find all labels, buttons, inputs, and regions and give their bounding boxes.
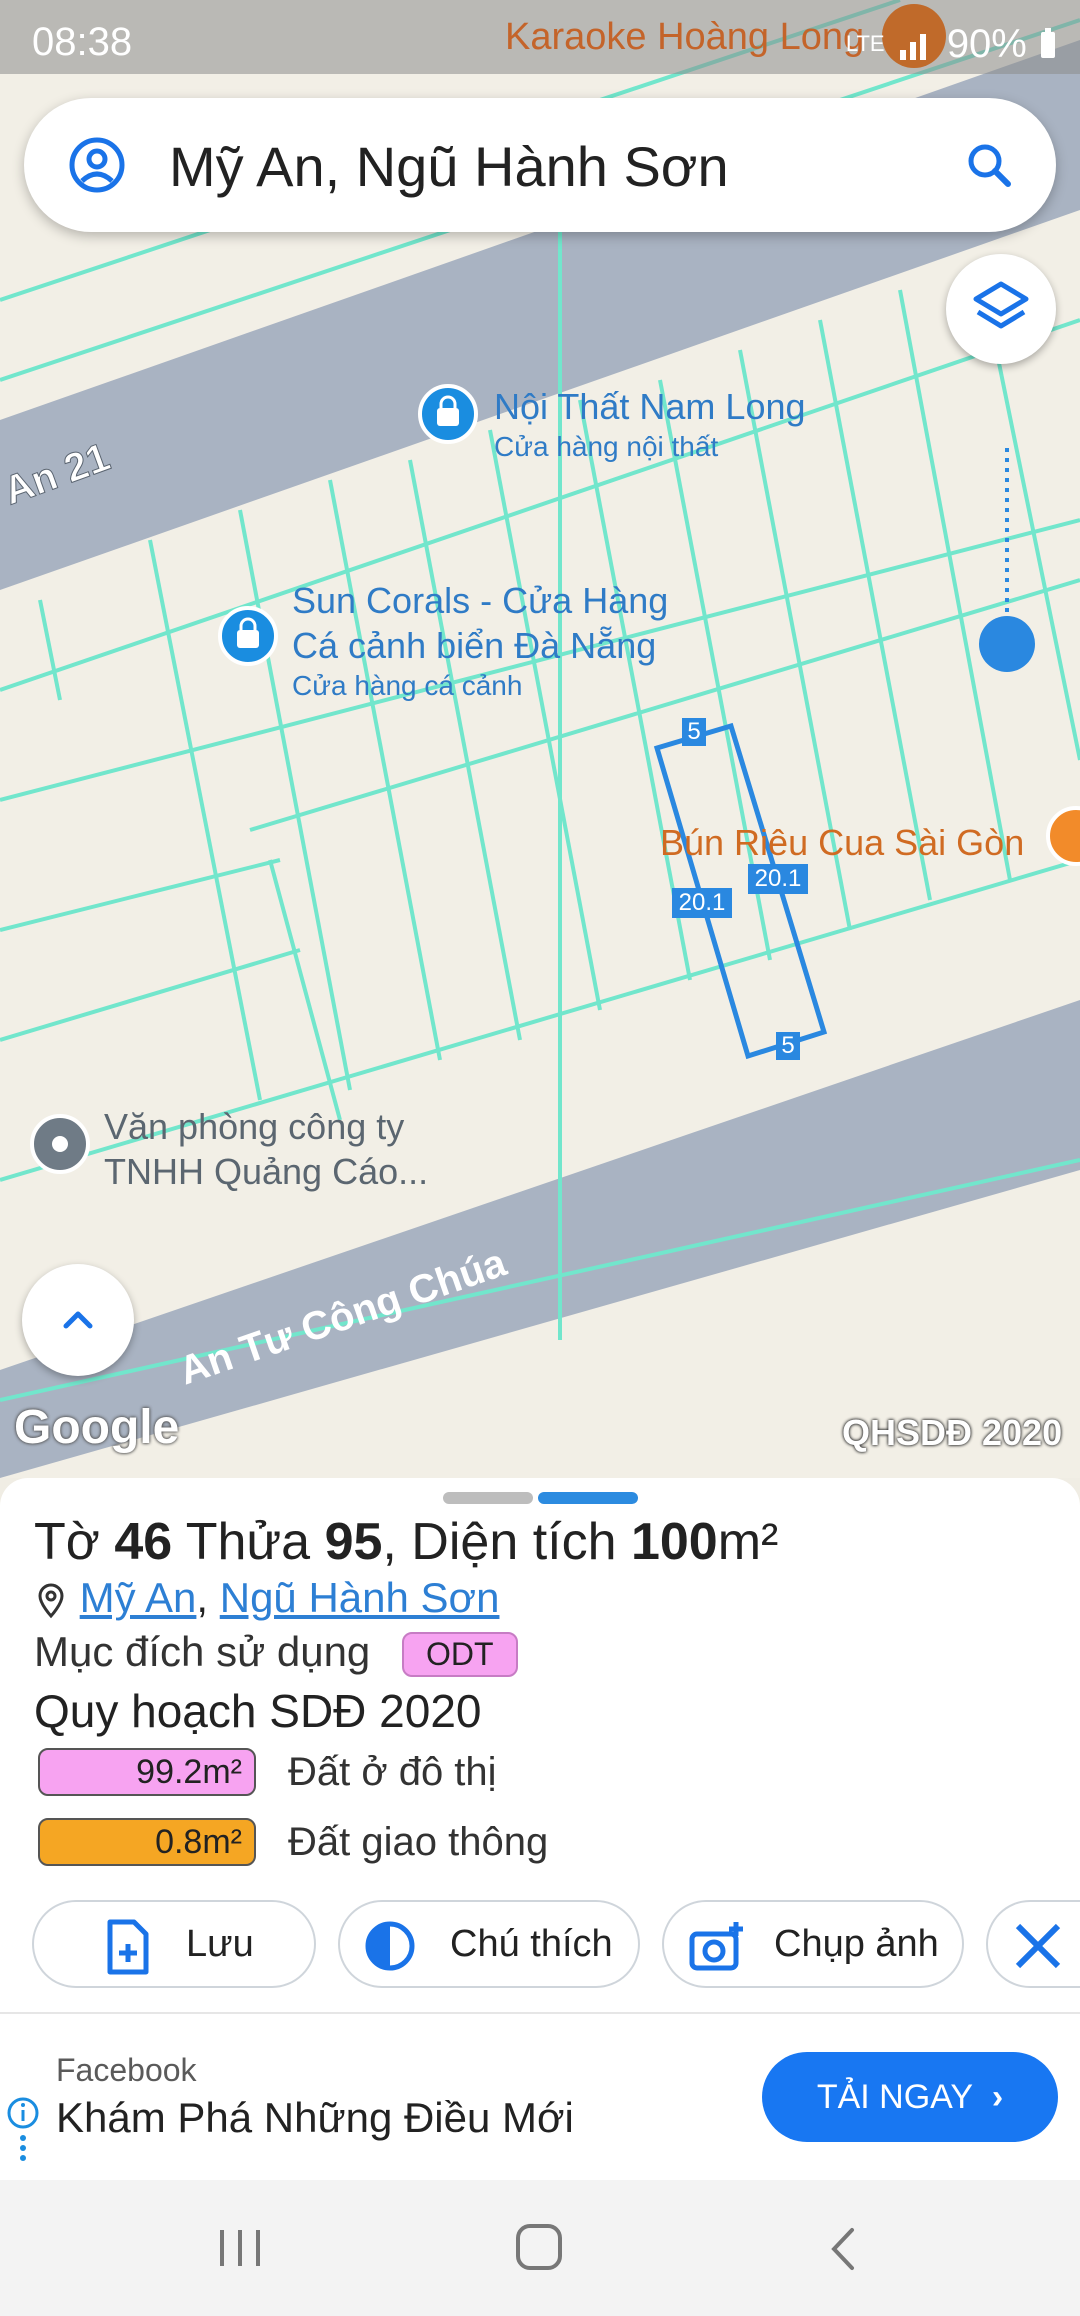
ruler-pencil-icon bbox=[1015, 1923, 1061, 1969]
network-label: LTE bbox=[845, 31, 885, 57]
parcel-dim-bottom: 5 bbox=[776, 1032, 800, 1060]
purpose-code-badge[interactable]: ODT bbox=[401, 1632, 518, 1678]
legend-label: Chú thích bbox=[450, 1923, 613, 1965]
land-use-area: 99.2m² bbox=[38, 1748, 256, 1796]
poi-name-line2: TNHH Quảng Cáo... bbox=[104, 1151, 429, 1192]
parcel-title: Tờ 46 Thửa 95, Diện tích 100m² bbox=[34, 1513, 779, 1571]
ad-headline: Khám Phá Những Điều Mới bbox=[56, 2094, 574, 2141]
purpose-label: Mục đích sử dụng bbox=[34, 1628, 371, 1675]
ward-link[interactable]: Mỹ An bbox=[80, 1574, 197, 1621]
recent-apps-icon[interactable] bbox=[210, 2226, 270, 2270]
sheet-handle[interactable] bbox=[443, 1492, 533, 1504]
plan-year-label: QHSDĐ 2020 bbox=[842, 1412, 1063, 1453]
ad-cta-label: TẢI NGAY bbox=[816, 2078, 973, 2116]
legend-button[interactable]: Chú thích bbox=[338, 1900, 640, 1988]
location-pin-icon bbox=[38, 1583, 64, 1619]
chevron-up-icon bbox=[63, 1311, 93, 1329]
poi-marker-noi-that[interactable] bbox=[418, 384, 478, 444]
battery-percent: 90% bbox=[946, 21, 1027, 66]
parcel-dim-top: 5 bbox=[682, 718, 706, 746]
poi-name-line2: Cá cảnh biển Đà Nẵng bbox=[292, 625, 657, 666]
poi-marker-sun-corals[interactable] bbox=[218, 606, 278, 666]
home-icon[interactable] bbox=[512, 2222, 568, 2274]
system-nav-bar bbox=[0, 2180, 1080, 2316]
poi-category: Cửa hàng cá cảnh bbox=[292, 670, 523, 701]
parcel-dim-left: 20.1 bbox=[672, 888, 732, 918]
measure-button[interactable] bbox=[986, 1900, 1080, 1988]
poi-van-phong[interactable]: Văn phòng công ty TNHH Quảng Cáo... bbox=[104, 1104, 428, 1194]
search-query[interactable]: Mỹ An, Ngũ Hành Sơn bbox=[169, 134, 729, 199]
layers-button[interactable] bbox=[946, 254, 1056, 364]
status-time: 08:38 bbox=[32, 20, 133, 64]
signal-icon bbox=[899, 34, 926, 61]
land-use-area: 0.8m² bbox=[38, 1818, 256, 1866]
file-add-icon bbox=[107, 1919, 149, 1975]
capture-button[interactable]: Chụp ảnh bbox=[662, 1900, 964, 1988]
contrast-icon bbox=[365, 1921, 415, 1971]
district-link[interactable]: Ngũ Hành Sơn bbox=[220, 1574, 500, 1621]
google-logo: Google bbox=[14, 1401, 180, 1454]
shopping-bag-icon bbox=[237, 617, 259, 648]
shopping-bag-icon bbox=[437, 395, 459, 426]
status-bar: 08:38 Karaoke Hoàng Long LTE 90% bbox=[0, 0, 1080, 74]
poi-name-line1: Sun Corals - Cửa Hàng bbox=[292, 580, 669, 621]
ad-cta-button[interactable]: TẢI NGAY › bbox=[762, 2052, 1058, 2142]
parcel-location: Mỹ An, Ngũ Hành Sơn bbox=[34, 1574, 499, 1622]
search-bar[interactable]: Mỹ An, Ngũ Hành Sơn bbox=[24, 98, 1056, 232]
info-icon[interactable] bbox=[6, 2096, 40, 2166]
save-label: Lưu bbox=[186, 1923, 254, 1965]
sheet-handle-active[interactable] bbox=[538, 1492, 638, 1504]
account-icon[interactable] bbox=[64, 132, 130, 198]
poi-category: Cửa hàng nội thất bbox=[494, 431, 719, 462]
parcel-dim-right: 20.1 bbox=[748, 864, 808, 894]
status-right: LTE 90% bbox=[846, 20, 1058, 67]
poi-name: Nội Thất Nam Long bbox=[494, 386, 806, 427]
poi-name-line1: Văn phòng công ty bbox=[104, 1106, 405, 1147]
ad-banner[interactable]: Facebook Khám Phá Những Điều Mới TẢI NGA… bbox=[0, 2012, 1080, 2182]
camera-add-icon bbox=[689, 1922, 743, 1971]
capture-label: Chụp ảnh bbox=[774, 1923, 939, 1965]
poi-sun-corals[interactable]: Sun Corals - Cửa Hàng Cá cảnh biển Đà Nẵ… bbox=[292, 578, 668, 704]
my-location-dot bbox=[979, 616, 1035, 672]
layers-icon bbox=[973, 281, 1029, 329]
chevron-right-icon: › bbox=[991, 2078, 1004, 2116]
land-purpose: Mục đích sử dụng ODT bbox=[34, 1628, 518, 1678]
land-use-label: Đất giao thông bbox=[288, 1820, 549, 1864]
poi-noi-that-nam-long[interactable]: Nội Thất Nam Long Cửa hàng nội thất bbox=[494, 384, 806, 465]
ad-source: Facebook bbox=[56, 2052, 197, 2088]
expand-up-button[interactable] bbox=[22, 1264, 134, 1376]
save-button[interactable]: Lưu bbox=[32, 1900, 316, 1988]
place-icon[interactable] bbox=[30, 1114, 90, 1174]
poi-bun-rieu[interactable]: Bún Riêu Cua Sài Gòn bbox=[660, 822, 1024, 864]
land-use-label: Đất ở đô thị bbox=[288, 1750, 497, 1794]
map-overlay-karaoke-label: Karaoke Hoàng Long bbox=[505, 16, 865, 58]
plan-title: Quy hoạch SDĐ 2020 bbox=[34, 1685, 482, 1737]
battery-icon bbox=[1041, 28, 1055, 59]
search-icon[interactable] bbox=[962, 138, 1018, 194]
back-icon[interactable] bbox=[820, 2224, 870, 2274]
